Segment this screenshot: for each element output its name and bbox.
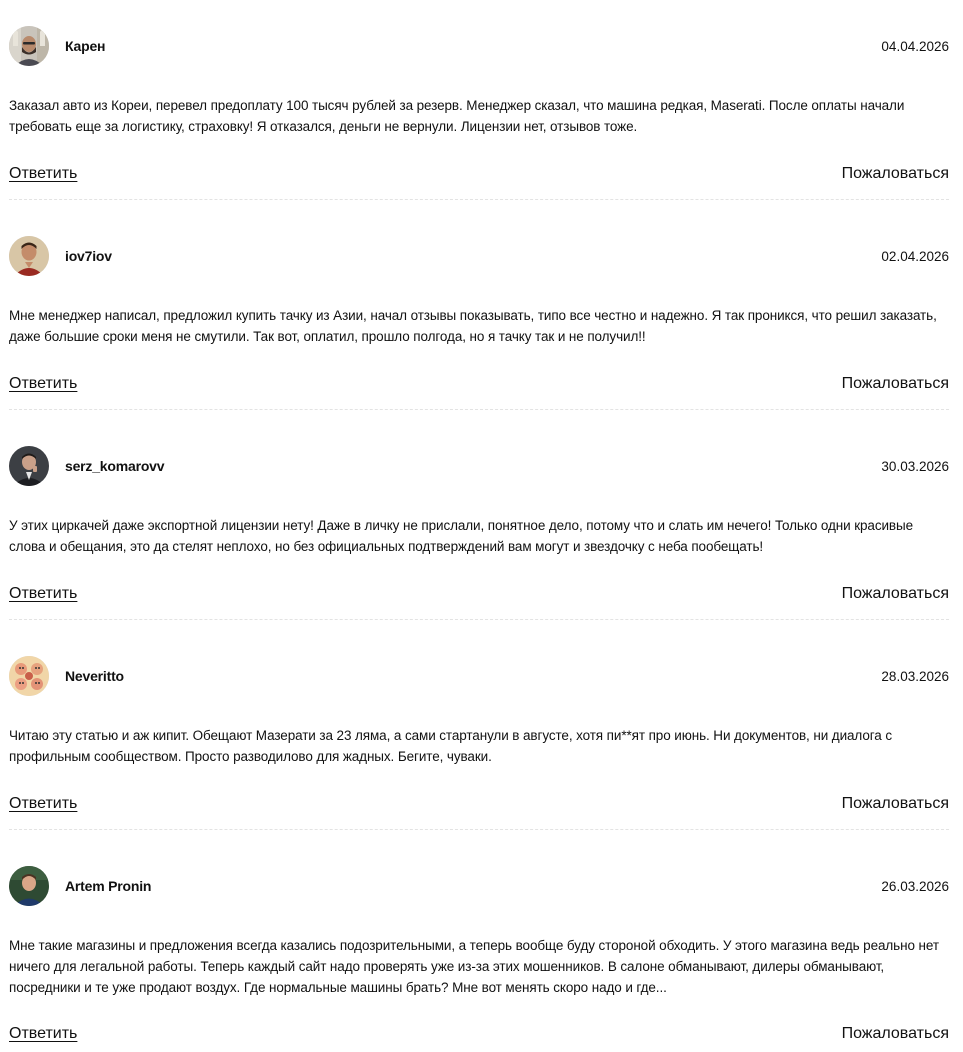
comment-item: Карен 04.04.2026 Заказал авто из Кореи, …: [9, 0, 949, 210]
comment-item: serz_komarovv 30.03.2026 У этих циркачей…: [9, 420, 949, 630]
comment-date: 26.03.2026: [881, 878, 949, 894]
comment-text: У этих циркачей даже экспортной лицензии…: [9, 518, 914, 554]
comments-list: Карен 04.04.2026 Заказал авто из Кореи, …: [9, 0, 949, 1050]
comment-divider: [9, 409, 949, 410]
man-suit-avatar-icon[interactable]: [9, 446, 49, 486]
comment-username: iov7iov: [65, 248, 112, 264]
comment-text: Заказал авто из Кореи, перевел предоплат…: [9, 98, 905, 134]
report-link[interactable]: Пожаловаться: [842, 375, 949, 393]
comment-actions: Ответить Пожаловаться: [9, 1022, 949, 1046]
comment-date: 30.03.2026: [881, 458, 949, 474]
comment-header: iov7iov 02.04.2026: [9, 236, 949, 276]
report-link[interactable]: Пожаловаться: [842, 795, 949, 813]
bearded-man-avatar-icon[interactable]: [9, 26, 49, 66]
comment-item: Artem Pronin 26.03.2026 Мне такие магази…: [9, 840, 949, 1050]
comment-divider: [9, 619, 949, 620]
comment-username: Artem Pronin: [65, 878, 152, 894]
comment-username: Карен: [65, 38, 106, 54]
comment-item: Neveritto 28.03.2026 Читаю эту статью и …: [9, 630, 949, 840]
comment-divider: [9, 199, 949, 200]
comment-actions: Ответить Пожаловаться: [9, 582, 949, 606]
comment-header: Artem Pronin 26.03.2026: [9, 866, 949, 906]
report-link[interactable]: Пожаловаться: [842, 165, 949, 183]
man-outdoor-avatar-icon[interactable]: [9, 866, 49, 906]
report-link[interactable]: Пожаловаться: [842, 585, 949, 603]
report-link[interactable]: Пожаловаться: [842, 1025, 949, 1043]
comment-text: Мне такие магазины и предложения всегда …: [9, 938, 939, 995]
comment-date: 02.04.2026: [881, 248, 949, 264]
reply-link[interactable]: Ответить: [9, 375, 77, 393]
reply-link[interactable]: Ответить: [9, 165, 77, 183]
comment-item: iov7iov 02.04.2026 Мне менеджер написал,…: [9, 210, 949, 420]
reply-link[interactable]: Ответить: [9, 795, 77, 813]
comment-actions: Ответить Пожаловаться: [9, 372, 949, 396]
comment-actions: Ответить Пожаловаться: [9, 792, 949, 816]
comment-text: Читаю эту статью и аж кипит. Обещают Маз…: [9, 728, 892, 764]
man-red-shirt-avatar-icon[interactable]: [9, 236, 49, 276]
comment-username: serz_komarovv: [65, 458, 165, 474]
comment-username: Neveritto: [65, 668, 124, 684]
reply-link[interactable]: Ответить: [9, 1025, 77, 1043]
cartoon-group-avatar-icon[interactable]: [9, 656, 49, 696]
comment-text: Мне менеджер написал, предложил купить т…: [9, 308, 937, 344]
comment-actions: Ответить Пожаловаться: [9, 162, 949, 186]
comment-date: 28.03.2026: [881, 668, 949, 684]
reply-link[interactable]: Ответить: [9, 585, 77, 603]
comment-date: 04.04.2026: [881, 38, 949, 54]
comment-header: Карен 04.04.2026: [9, 26, 949, 66]
comment-divider: [9, 829, 949, 830]
comment-header: Neveritto 28.03.2026: [9, 656, 949, 696]
comment-header: serz_komarovv 30.03.2026: [9, 446, 949, 486]
